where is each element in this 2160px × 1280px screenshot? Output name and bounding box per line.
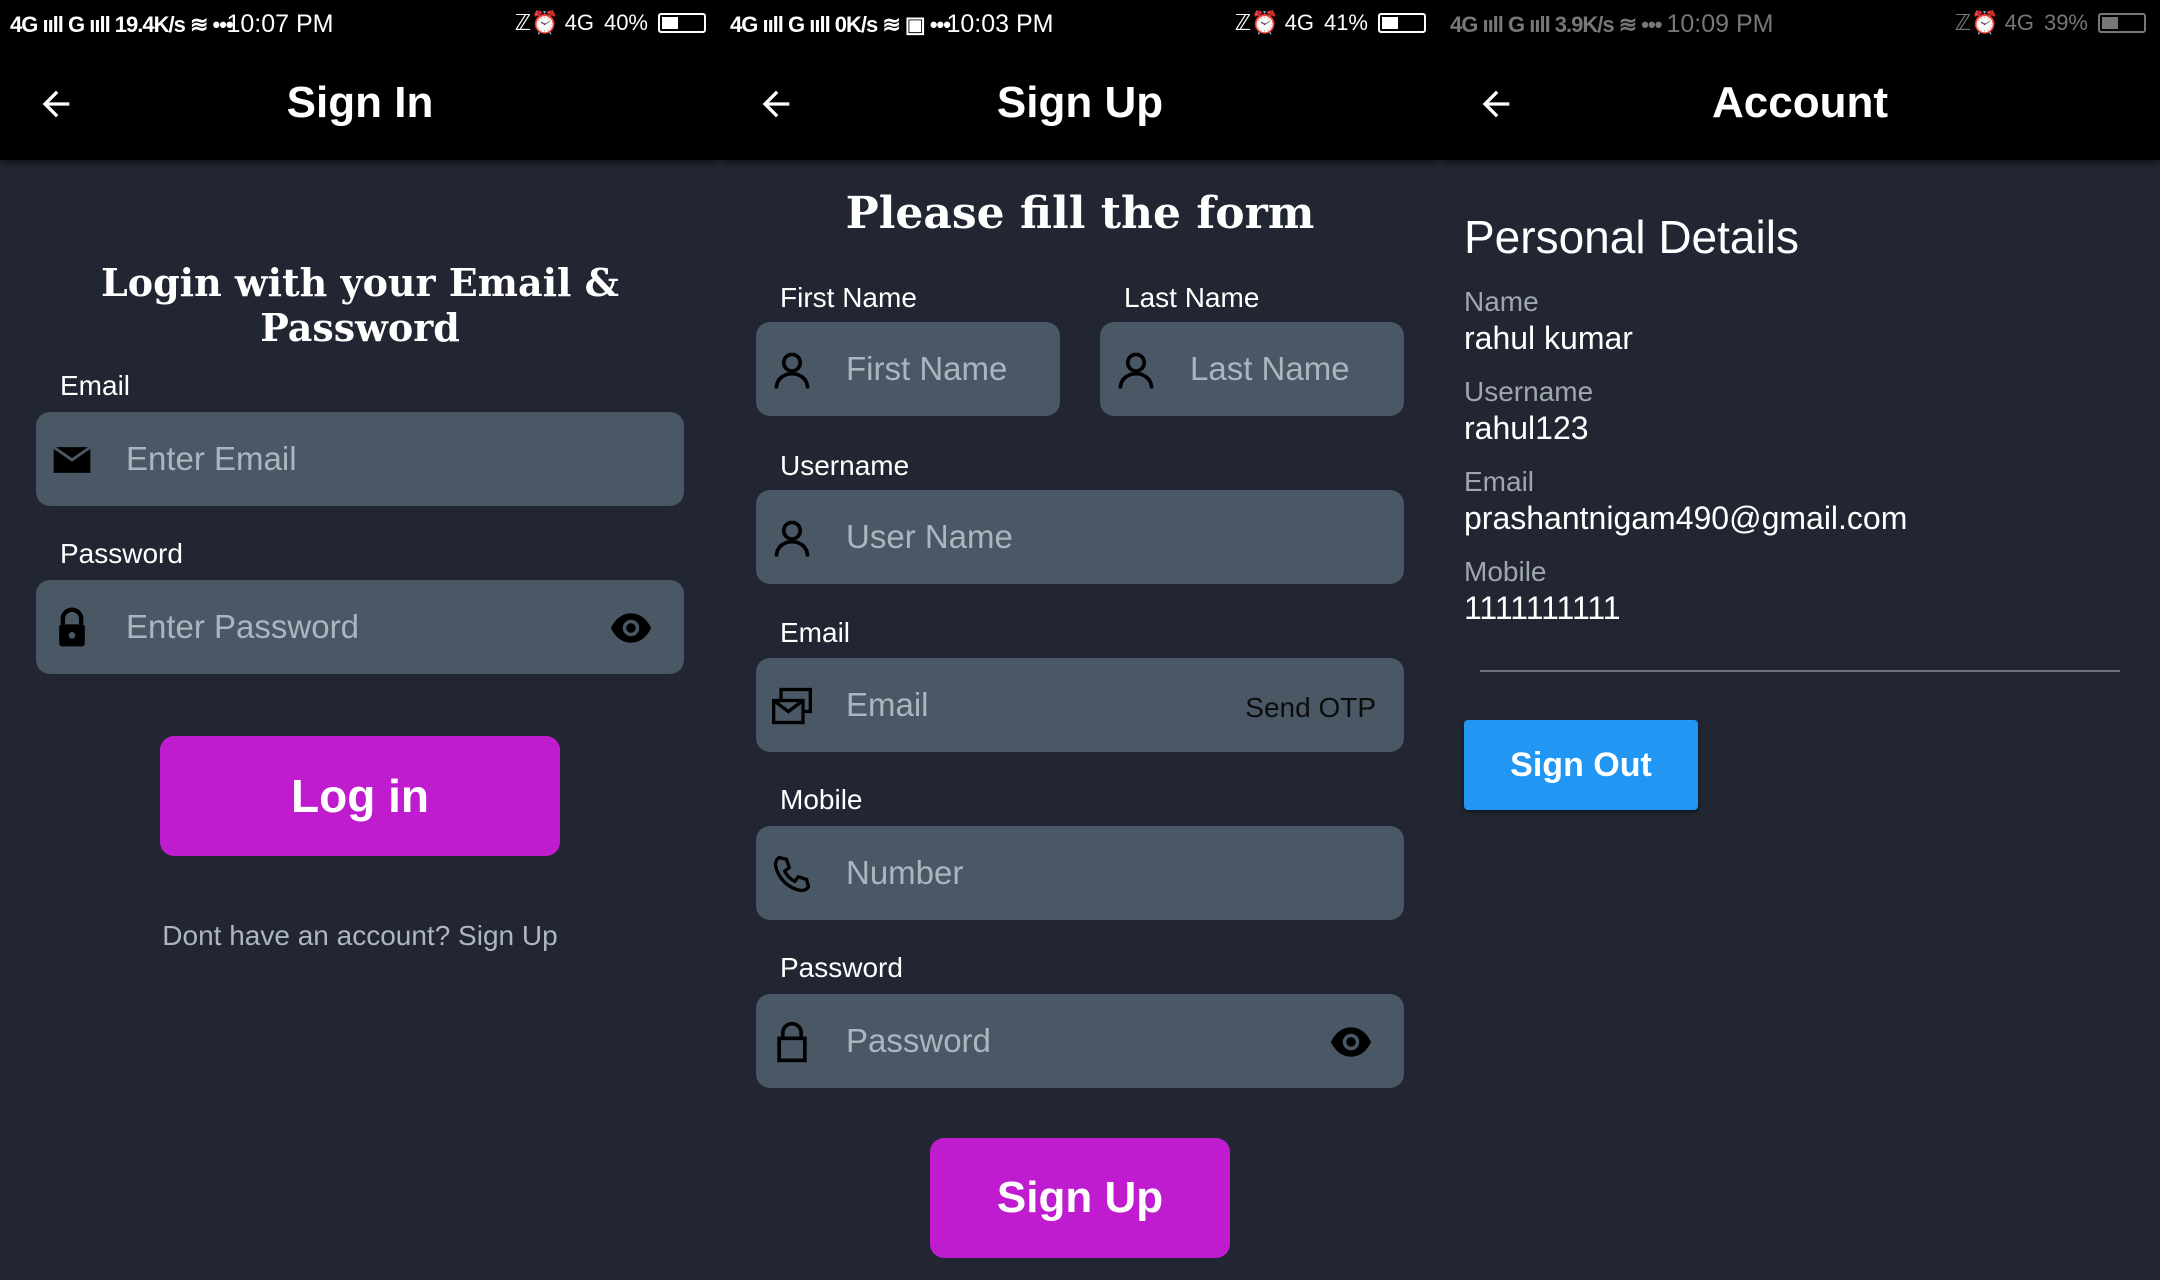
page-title: Account xyxy=(1712,78,1888,127)
username-label: Username xyxy=(780,450,910,481)
personal-details-title: Personal Details xyxy=(1464,211,1799,263)
app-bar: Sign In xyxy=(0,50,720,160)
mobile-label: Mobile xyxy=(780,784,863,815)
person-icon xyxy=(774,352,810,389)
battery-percent: 39% xyxy=(2043,10,2088,35)
password-label: Password xyxy=(60,538,183,569)
password-label: Password xyxy=(780,952,903,983)
signup-link[interactable]: Dont have an account? Sign Up xyxy=(0,920,720,952)
password-field[interactable]: Enter Password xyxy=(36,580,684,674)
form-heading: Please fill the form xyxy=(845,188,1315,239)
username-placeholder: User Name xyxy=(846,518,1013,555)
name-value: rahul kumar xyxy=(1464,320,1633,356)
email-placeholder: Enter Email xyxy=(126,440,297,477)
status-right: ℤ⏰ 4G 39% xyxy=(1955,10,2146,36)
last-name-label: Last Name xyxy=(1124,282,1260,313)
signout-button[interactable]: Sign Out xyxy=(1464,720,1698,810)
page-title: Sign In xyxy=(286,78,434,127)
mobile-field[interactable]: Number xyxy=(756,826,1404,920)
status-bar: 4G ııll G ııll 0K/s ≋ ▣ ••• 10:03 PM ℤ⏰ … xyxy=(720,0,1440,50)
lock-icon xyxy=(59,607,85,647)
signin-screen: 4G ııll G ııll 19.4K/s ≋ ••• 10:07 PM ℤ⏰… xyxy=(0,0,720,1280)
username-value: rahul123 xyxy=(1464,410,1589,446)
mobile-placeholder: Number xyxy=(846,854,964,891)
password-field[interactable]: Password xyxy=(756,994,1404,1088)
battery-percent: 41% xyxy=(1323,10,1368,35)
signup-screen: 4G ııll G ııll 0K/s ≋ ▣ ••• 10:03 PM ℤ⏰ … xyxy=(720,0,1440,1280)
email-label: Email xyxy=(1464,466,1535,497)
mobile-label: Mobile xyxy=(1464,556,1547,587)
email-value: prashantnigam490@gmail.com xyxy=(1464,500,1908,536)
status-icons: ℤ⏰ 4G xyxy=(1234,10,1314,35)
first-name-placeholder: First Name xyxy=(846,350,1008,387)
account-screen: 4G ııll G ııll 3.9K/s ≋ ••• 10:09 PM ℤ⏰ … xyxy=(1440,0,2160,1280)
eye-icon[interactable] xyxy=(608,606,654,650)
battery-percent: 40% xyxy=(603,10,648,35)
email-field[interactable]: Enter Email xyxy=(36,412,684,506)
page-title: Sign Up xyxy=(996,78,1164,127)
battery-icon xyxy=(658,13,706,33)
person-icon xyxy=(1118,352,1154,389)
status-bar: 4G ııll G ııll 3.9K/s ≋ ••• 10:09 PM ℤ⏰ … xyxy=(1440,0,2160,50)
send-otp-button[interactable]: Send OTP xyxy=(1245,692,1376,724)
last-name-placeholder: Last Name xyxy=(1190,350,1350,387)
battery-icon xyxy=(1378,13,1426,33)
mail-stack-icon xyxy=(772,687,812,725)
login-button[interactable]: Log in xyxy=(160,736,560,856)
status-icons: ℤ⏰ 4G xyxy=(1954,10,2034,35)
password-placeholder: Password xyxy=(846,1022,991,1059)
status-bar: 4G ııll G ııll 19.4K/s ≋ ••• 10:07 PM ℤ⏰… xyxy=(0,0,720,50)
username-label: Username xyxy=(1464,376,1594,407)
name-label: Name xyxy=(1464,286,1539,317)
signup-button[interactable]: Sign Up xyxy=(930,1138,1230,1258)
password-placeholder: Enter Password xyxy=(126,608,359,645)
status-right: ℤ⏰ 4G 40% xyxy=(515,10,706,36)
phone-icon xyxy=(773,855,811,893)
last-name-field[interactable]: Last Name xyxy=(1100,322,1404,416)
login-heading: Login with your Email & Password xyxy=(101,260,619,350)
app-bar: Account xyxy=(1440,50,2160,160)
divider xyxy=(1480,670,2120,672)
first-name-label: First Name xyxy=(780,282,917,313)
mail-icon xyxy=(52,445,92,473)
email-label: Email xyxy=(60,370,131,401)
status-right: ℤ⏰ 4G 41% xyxy=(1235,10,1426,36)
first-name-field[interactable]: First Name xyxy=(756,322,1060,416)
lock-outline-icon xyxy=(777,1021,807,1063)
email-label: Email xyxy=(780,617,851,648)
status-icons: ℤ⏰ 4G xyxy=(514,10,594,35)
app-bar: Sign Up xyxy=(720,50,1440,160)
battery-icon xyxy=(2098,13,2146,33)
email-field[interactable]: Email Send OTP xyxy=(756,658,1404,752)
person-icon xyxy=(774,520,810,557)
username-field[interactable]: User Name xyxy=(756,490,1404,584)
mobile-value: 1111111111 xyxy=(1464,590,1621,626)
eye-icon[interactable] xyxy=(1328,1020,1374,1064)
email-placeholder: Email xyxy=(846,686,929,723)
